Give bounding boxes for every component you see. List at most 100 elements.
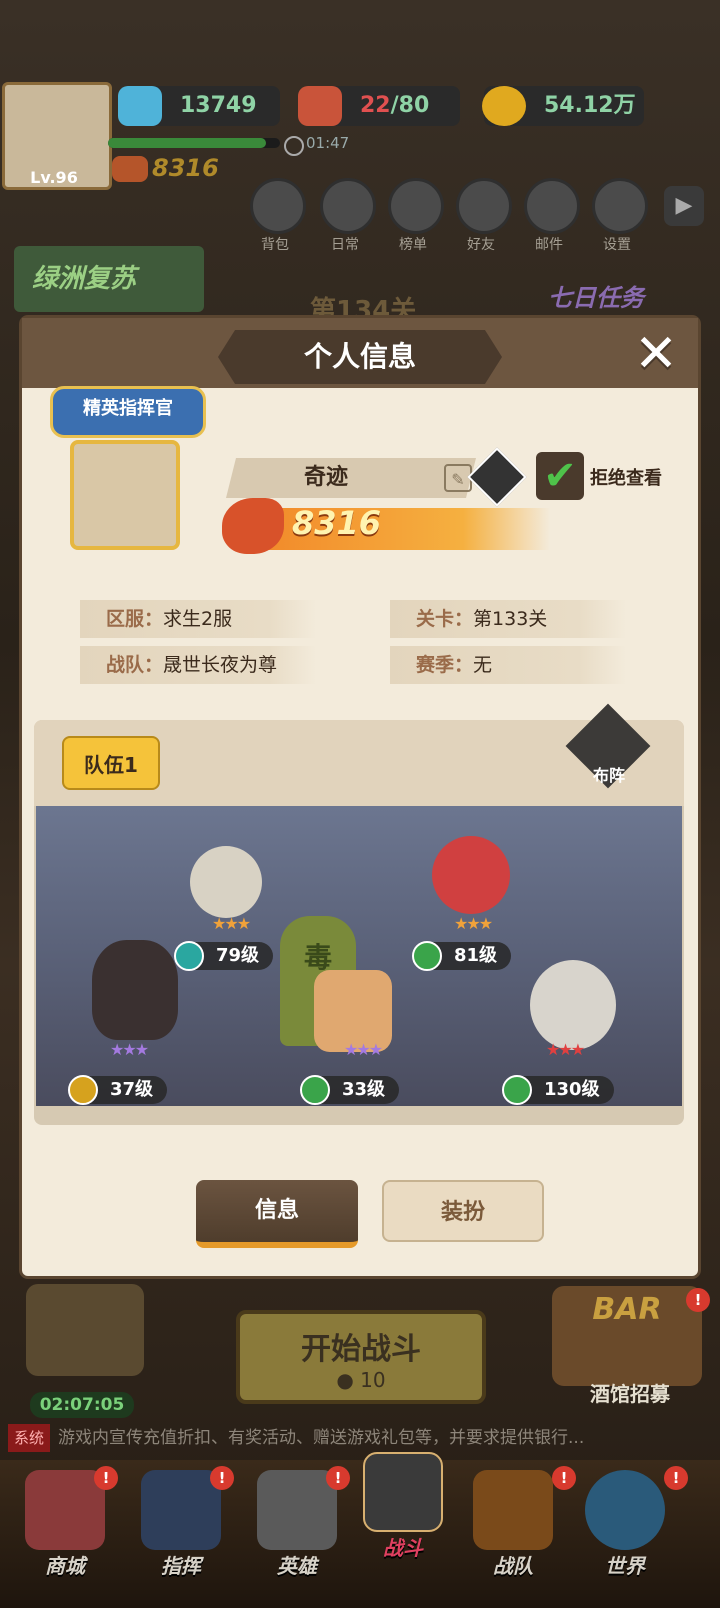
menu-mail-label: 邮件 (535, 237, 563, 253)
menu-settings[interactable]: 设置 (582, 178, 652, 254)
friend-icon (456, 178, 512, 234)
diamond-icon (118, 86, 162, 126)
close-icon[interactable]: ✕ (628, 328, 684, 384)
info-button[interactable]: 信息 (196, 1180, 358, 1248)
nav-team[interactable]: 战队 (468, 1470, 558, 1579)
season-row: 赛季：无 (390, 646, 626, 684)
hero-wizard[interactable] (530, 960, 616, 1050)
stage-row: 关卡：第133关 (390, 600, 626, 638)
stage-value: 第133关 (473, 608, 548, 630)
menu-daily-label: 日常 (331, 237, 359, 253)
hero-lady-stars: ★★★ (110, 1040, 149, 1059)
nav-command-badge: ! (210, 1466, 234, 1490)
nav-battle-label: 战斗 (383, 1536, 423, 1560)
season-key: 赛季： (416, 654, 474, 676)
battle-cost-value: 10 (360, 1368, 386, 1392)
skull-icon (412, 941, 442, 971)
event-banner[interactable]: 绿洲复苏 (14, 246, 204, 312)
gear-icon (592, 178, 648, 234)
skull-icon-2 (300, 1075, 330, 1105)
fire-fist-icon (222, 498, 284, 554)
player-level: Lv.96 (30, 168, 78, 187)
bag-icon (250, 178, 306, 234)
exp-bar-fill (108, 138, 267, 148)
nav-world-badge: ! (664, 1466, 688, 1490)
clock-icon (284, 136, 304, 156)
battle-cost: ● 10 (240, 1368, 482, 1392)
seven-day-task[interactable]: 七日任务 (548, 278, 644, 313)
nav-team-label: 战队 (493, 1554, 533, 1578)
stamina-max: /80 (390, 93, 430, 118)
nav-hero-label: 英雄 (277, 1554, 317, 1578)
diamond-value: 13749 (180, 93, 257, 118)
stage-key: 关卡： (416, 608, 474, 630)
team-emblem-icon (473, 1470, 553, 1550)
rank-badge: 精英指挥官 (50, 386, 206, 438)
nav-shop-label: 商城 (45, 1554, 85, 1578)
hero-elf[interactable] (190, 846, 262, 918)
shop-icon (25, 1470, 105, 1550)
menu-daily[interactable]: 日常 (310, 178, 380, 254)
menu-ranking[interactable]: 榜单 (378, 178, 448, 254)
tank-icon[interactable] (26, 1284, 144, 1376)
globe-icon (585, 1470, 665, 1550)
hero-wizard-stars: ★★★ (546, 1040, 585, 1059)
bar-sign: BAR (592, 1292, 662, 1327)
reject-view-label: 拒绝查看 (590, 468, 662, 489)
nav-battle[interactable]: 战斗 (358, 1452, 448, 1561)
player-name: 奇迹 (303, 465, 348, 490)
outfit-button[interactable]: 装扮 (382, 1180, 544, 1242)
commander-hat-icon (141, 1470, 221, 1550)
nav-world-label: 世界 (605, 1554, 645, 1578)
tavern-button[interactable]: BAR (552, 1286, 702, 1386)
gold-coin-icon (482, 86, 526, 126)
team-row: 战队：晟世长夜为尊 (80, 646, 316, 684)
mail-icon (524, 178, 580, 234)
formation-label: 布阵 (592, 766, 625, 785)
nav-world[interactable]: 世界 (580, 1470, 670, 1579)
tavern-label: 酒馆招募 (590, 1382, 670, 1406)
start-battle-label: 开始战斗 (301, 1332, 421, 1367)
system-message: 游戏内宣传充值折扣、有奖活动、赠送游戏礼包等，并要求提供银行... (58, 1428, 585, 1448)
start-battle-button[interactable]: 开始战斗 ● 10 (236, 1310, 486, 1404)
menu-settings-label: 设置 (603, 237, 631, 253)
team-key: 战队： (106, 654, 164, 676)
meat-icon (298, 86, 342, 126)
hero-elf-stars: ★★★ (212, 914, 251, 933)
box-icon (320, 178, 376, 234)
formation-button[interactable]: 布阵 (565, 703, 651, 789)
tank-timer: 02:07:05 (30, 1392, 134, 1418)
power-icon (112, 156, 148, 182)
hero-lady[interactable] (92, 940, 178, 1040)
menu-expand-arrow-icon[interactable]: ▶ (664, 186, 704, 226)
server-value: 求生2服 (163, 608, 233, 630)
tavern-alert-badge: ! (686, 1288, 710, 1312)
system-message-bar: 系统 游戏内宣传充值折扣、有奖活动、赠送游戏礼包等，并要求提供银行... (0, 1424, 720, 1452)
hero-mask-icon (257, 1470, 337, 1550)
gold-value: 54.12万 (544, 93, 636, 118)
hero-redhair[interactable] (432, 836, 510, 914)
team-value: 晟世长夜为尊 (163, 654, 278, 676)
menu-friends[interactable]: 好友 (446, 178, 516, 254)
skull-icon-3 (502, 1075, 532, 1105)
nav-shop-badge: ! (94, 1466, 118, 1490)
energy-timer: 01:47 (306, 134, 350, 152)
menu-mail[interactable]: 邮件 (514, 178, 584, 254)
hero-redhair-stars: ★★★ (454, 914, 493, 933)
stamina-current: 22 (360, 93, 391, 118)
profile-avatar[interactable] (70, 440, 180, 550)
menu-friends-label: 好友 (467, 237, 495, 253)
nav-hero-badge: ! (326, 1466, 350, 1490)
nav-command-label: 指挥 (161, 1554, 201, 1578)
exp-bar (108, 138, 280, 148)
meat-cost-icon: ● (336, 1368, 354, 1392)
reject-view-checkbox[interactable]: ✔ (536, 452, 584, 500)
menu-bag-label: 背包 (261, 237, 289, 253)
hero-general-stars: ★★★ (344, 1040, 383, 1059)
battle-gun-icon (363, 1452, 443, 1532)
menu-bag[interactable]: 背包 (240, 178, 310, 254)
server-row: 区服：求生2服 (80, 600, 316, 638)
nav-team-badge: ! (552, 1466, 576, 1490)
team-tab[interactable]: 队伍1 (62, 736, 160, 790)
lightning-icon (68, 1075, 98, 1105)
